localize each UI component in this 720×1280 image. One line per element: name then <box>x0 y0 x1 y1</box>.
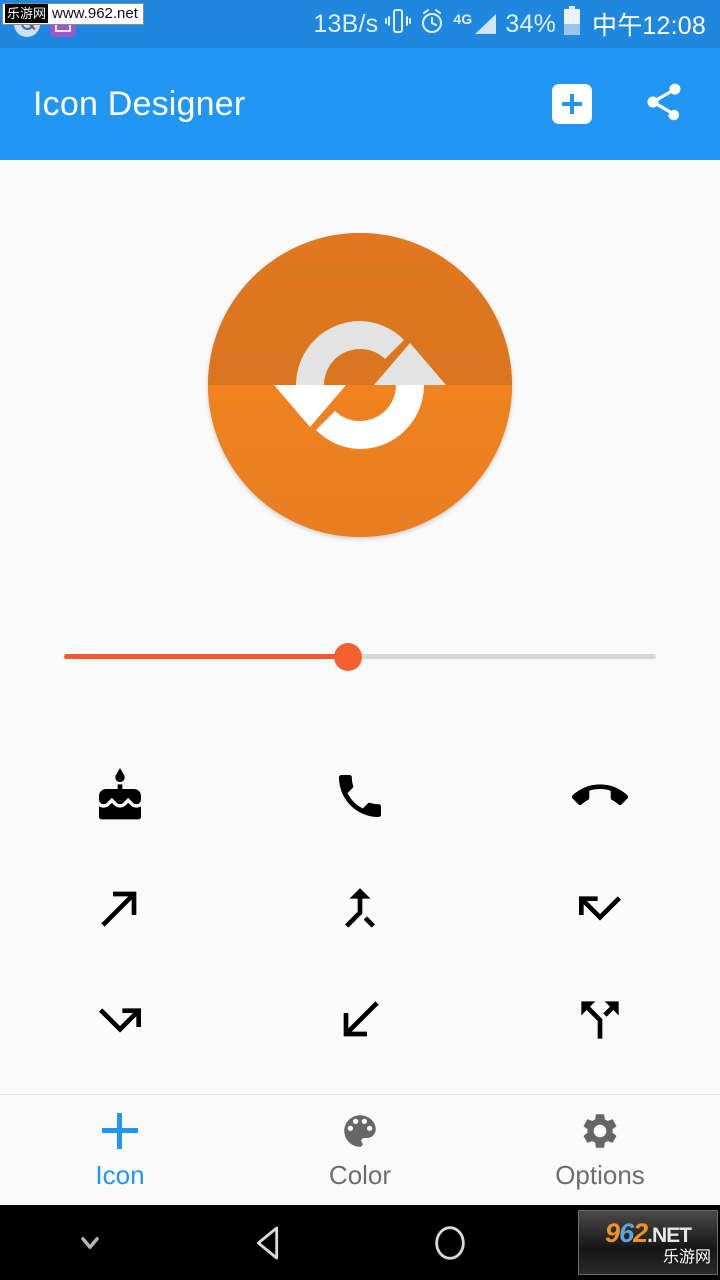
icon-grid <box>0 740 720 1090</box>
icon-preview[interactable] <box>208 233 512 537</box>
call-icon[interactable] <box>240 740 480 852</box>
hide-keyboard-button[interactable] <box>0 1226 180 1260</box>
phone-screen: 13B/s 4G 34% 中午12:08 乐游网 www.962.net Ico… <box>0 0 720 1280</box>
tab-icon[interactable]: Icon <box>0 1109 240 1191</box>
tab-options-label: Options <box>555 1160 645 1190</box>
tab-color[interactable]: Color <box>240 1109 480 1191</box>
icon-grid-row <box>0 740 720 852</box>
status-indicators: 13B/s 4G 34% 中午12:08 <box>313 5 720 43</box>
app-bar-actions <box>552 80 720 129</box>
watermark-digit-6: 6 <box>619 1217 634 1248</box>
sync-icon <box>274 321 446 449</box>
call-missed-outgoing-icon[interactable] <box>0 964 240 1076</box>
bottom-navigation: Icon Color Options <box>0 1094 720 1205</box>
site-watermark-top: 乐游网 www.962.net <box>2 3 144 25</box>
slider-fill <box>64 654 348 659</box>
app-bar: Icon Designer <box>0 48 720 160</box>
battery-percent: 34% <box>505 9 557 38</box>
call-split-icon[interactable] <box>480 964 720 1076</box>
slider-thumb[interactable] <box>334 643 362 671</box>
triangle-left-icon <box>256 1226 279 1259</box>
circle-icon <box>435 1225 465 1260</box>
plus-square-icon <box>562 94 582 114</box>
signal-icon: 4G <box>453 11 498 36</box>
back-button[interactable] <box>180 1223 360 1263</box>
clock-time: 中午12:08 <box>592 12 706 40</box>
chevron-down-icon <box>81 1236 99 1249</box>
home-button[interactable] <box>360 1223 540 1263</box>
battery-icon <box>563 5 581 43</box>
page-title: Icon Designer <box>33 84 246 123</box>
android-navigation-bar: 962.NET 乐游网 <box>0 1205 720 1280</box>
gear-icon <box>579 1109 621 1153</box>
palette-icon <box>339 1109 381 1153</box>
call-missed-icon[interactable] <box>480 852 720 964</box>
icon-size-slider[interactable] <box>0 640 720 676</box>
share-button[interactable] <box>642 80 686 129</box>
vibrate-icon <box>385 7 412 42</box>
call-made-icon[interactable] <box>0 852 240 964</box>
watermark-nav-cn-text: 乐游网 <box>662 1248 711 1266</box>
watermark-digit-2: 2 <box>633 1217 648 1248</box>
watermark-net-text: .NET <box>647 1223 692 1247</box>
watermark-cn-text: 乐游网 <box>5 4 49 23</box>
plus-icon <box>102 1109 138 1153</box>
call-received-icon[interactable] <box>240 964 480 1076</box>
icon-grid-row <box>0 964 720 1076</box>
call-end-icon[interactable] <box>480 740 720 852</box>
watermark-digit-9: 9 <box>605 1217 620 1248</box>
tab-color-label: Color <box>328 1160 392 1190</box>
alarm-icon <box>418 7 446 42</box>
add-icon-button[interactable] <box>552 84 592 124</box>
watermark-url-text: www.962.net <box>52 5 138 22</box>
tab-options[interactable]: Options <box>480 1109 720 1191</box>
network-speed: 13B/s <box>313 9 379 38</box>
icon-preview-area <box>0 160 720 610</box>
icon-grid-row <box>0 852 720 964</box>
tab-icon-label: Icon <box>95 1160 145 1190</box>
signal-generation-label: 4G <box>453 11 473 27</box>
share-icon <box>647 83 681 120</box>
cake-icon[interactable] <box>0 740 240 852</box>
call-merge-icon[interactable] <box>240 852 480 964</box>
site-watermark-bottom: 962.NET 乐游网 <box>578 1210 718 1275</box>
